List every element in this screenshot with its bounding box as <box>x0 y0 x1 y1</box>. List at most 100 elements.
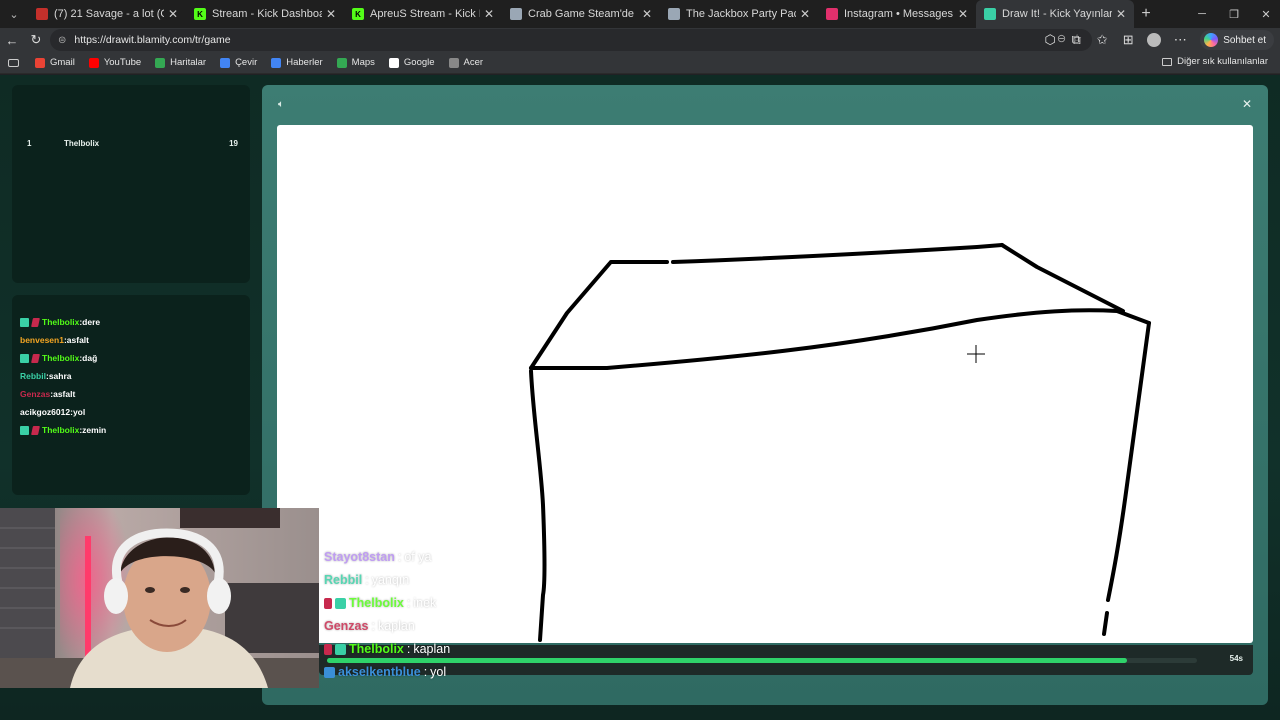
browser-tab[interactable]: Instagram • Messages ✕ <box>818 0 976 28</box>
chat-text: dağ <box>82 353 98 363</box>
tab-close-icon[interactable]: ✕ <box>168 7 178 21</box>
bookmark-label: YouTube <box>103 57 142 68</box>
bookmark-item[interactable]: Çevir <box>220 57 257 68</box>
bookmark-favicon-icon <box>220 57 231 68</box>
drawing-canvas[interactable] <box>277 125 1253 643</box>
tab-favicon-icon <box>36 8 48 20</box>
tab-actions-chevron-icon[interactable]: ⌄ <box>0 0 28 28</box>
sub-badge-icon <box>31 425 40 435</box>
overlay-chat-username: Rebbil <box>324 573 363 587</box>
other-bookmarks-folder[interactable]: Diğer sık kullanılanlar <box>1162 56 1268 67</box>
tab-close-icon[interactable]: ✕ <box>800 7 810 21</box>
browser-tab-strip: ⌄ (7) 21 Savage - a lot (Official Video)… <box>0 0 1280 28</box>
profile-avatar[interactable] <box>1142 28 1166 52</box>
tab-title: ApreuS Stream - Kick Dashboard <box>370 8 480 20</box>
browser-tab[interactable]: The Jackbox Party Pack Steam'de ✕ <box>660 0 818 28</box>
game-container: 🔈︎ ✕ 54s <box>262 85 1268 705</box>
browser-tab[interactable]: K ApreuS Stream - Kick Dashboard ✕ <box>344 0 502 28</box>
timer-label: 54s <box>1229 654 1243 663</box>
tab-title: The Jackbox Party Pack Steam'de <box>686 8 796 20</box>
tab-favicon-icon <box>826 8 838 20</box>
bookmark-label: Çevir <box>235 57 258 68</box>
tab-close-icon[interactable]: ✕ <box>326 7 336 21</box>
timer-fill <box>327 658 1128 663</box>
folder-icon <box>1162 57 1173 66</box>
overlay-chat-message: akselkentblue: yol <box>324 665 446 679</box>
bookmark-item[interactable]: YouTube <box>88 57 142 68</box>
overlay-chat-text: inek <box>413 596 437 610</box>
copilot-chat-button[interactable]: Sohbet et <box>1200 30 1274 50</box>
split-screen-icon[interactable]: ⧉ <box>1064 28 1088 52</box>
chat-text: asfalt <box>66 335 90 345</box>
drawing-strokes <box>529 243 1151 642</box>
tab-favicon-icon <box>510 8 522 20</box>
site-info-icon[interactable]: ⊜ <box>58 35 66 46</box>
bookmark-item[interactable]: Maps <box>336 57 375 68</box>
extensions-icon[interactable]: ⬡ <box>1038 28 1062 52</box>
browser-tab[interactable]: Draw It! - Kick Yayınları İçin Çizim ✕ <box>976 0 1134 28</box>
tab-favicon-icon <box>984 8 996 20</box>
address-bar[interactable]: ⊜ https://drawit.blamity.com/tr/game ⊖ ☆ <box>50 29 1092 51</box>
crosshair-cursor-icon <box>967 345 985 363</box>
reading-mode-icon[interactable] <box>8 58 19 67</box>
chat-username: Thelbolix <box>42 425 80 435</box>
og-badge-icon <box>20 353 29 363</box>
overlay-chat-message: Thelbolix: inek <box>324 596 436 610</box>
sub-badge-icon <box>324 597 332 609</box>
chat-text: zemin <box>82 425 107 435</box>
tab-favicon-icon: K <box>194 8 206 20</box>
leaderboard-score: 19 <box>229 139 238 148</box>
leaderboard-panel: 1 Thelbolix 19 <box>12 85 250 283</box>
og-badge-icon <box>20 317 29 327</box>
bookmark-item[interactable]: Acer <box>448 57 484 68</box>
favorites-icon[interactable]: ✩ <box>1090 28 1114 52</box>
browser-tab[interactable]: (7) 21 Savage - a lot (Official Video) ✕ <box>28 0 186 28</box>
reload-icon[interactable]: ↻ <box>24 28 48 52</box>
tab-close-icon[interactable]: ✕ <box>958 7 968 21</box>
bookmark-item[interactable]: Haritalar <box>155 57 206 68</box>
copilot-icon <box>1204 33 1219 47</box>
webcam-image <box>0 508 319 688</box>
overlay-chat-message: Genzas: kaplan <box>324 619 415 633</box>
overlay-chat-message: Thelbolix: kaplan <box>324 642 450 656</box>
overlay-chat-username: Thelbolix <box>349 642 404 656</box>
bookmark-item[interactable]: Google <box>388 57 435 68</box>
overlay-chat-text: kaplan <box>377 619 415 633</box>
sound-toggle-icon[interactable]: 🔈︎ <box>278 99 284 110</box>
game-close-icon[interactable]: ✕ <box>1242 97 1252 111</box>
tab-title: Draw It! - Kick Yayınları İçin Çizim <box>1002 8 1112 20</box>
overlay-chat-text: yol <box>430 665 447 679</box>
overlay-chat-message: Stayot8stan: of ya <box>324 550 431 564</box>
tab-title: Stream - Kick Dashboard <box>212 8 322 20</box>
chat-username: Thelbolix <box>42 353 80 363</box>
more-menu-icon[interactable]: ⋯ <box>1168 28 1192 52</box>
leaderboard-rank: 1 <box>27 139 32 148</box>
og-badge-icon <box>335 643 346 655</box>
chat-username: benvesen1 <box>20 335 64 345</box>
tab-close-icon[interactable]: ✕ <box>484 7 494 21</box>
streamer-webcam <box>0 508 319 688</box>
bookmark-item[interactable]: Haberler <box>271 57 323 68</box>
back-arrow-icon[interactable]: ← <box>0 28 24 52</box>
copilot-label: Sohbet et <box>1223 34 1266 46</box>
restore-icon[interactable]: ❐ <box>1218 0 1250 28</box>
bookmark-label: Haberler <box>286 57 323 68</box>
overlay-chat-text: yanqın <box>371 573 410 587</box>
collections-icon[interactable]: ⊞ <box>1116 28 1140 52</box>
window-close-icon[interactable]: ✕ <box>1250 0 1280 28</box>
leaderboard-row: 1 Thelbolix 19 <box>12 139 250 153</box>
sub-badge-icon <box>324 643 332 655</box>
overlay-chat-separator: : <box>397 550 402 564</box>
bookmark-label: Acer <box>463 57 484 68</box>
browser-tab[interactable]: K Stream - Kick Dashboard ✕ <box>186 0 344 28</box>
minimize-icon[interactable]: ─ <box>1186 0 1218 28</box>
verified-badge-icon <box>324 666 335 678</box>
overlay-chat-separator: : <box>406 642 411 656</box>
new-tab-plus-icon[interactable]: + <box>1134 0 1158 28</box>
chat-text: asfalt <box>53 389 76 399</box>
bookmark-item[interactable]: Gmail <box>35 57 75 68</box>
browser-tab[interactable]: Crab Game Steam'de ✕ <box>502 0 660 28</box>
chat-message: acikgoz6012: yol <box>20 407 85 417</box>
tab-close-icon[interactable]: ✕ <box>1116 7 1126 21</box>
tab-close-icon[interactable]: ✕ <box>642 7 652 21</box>
